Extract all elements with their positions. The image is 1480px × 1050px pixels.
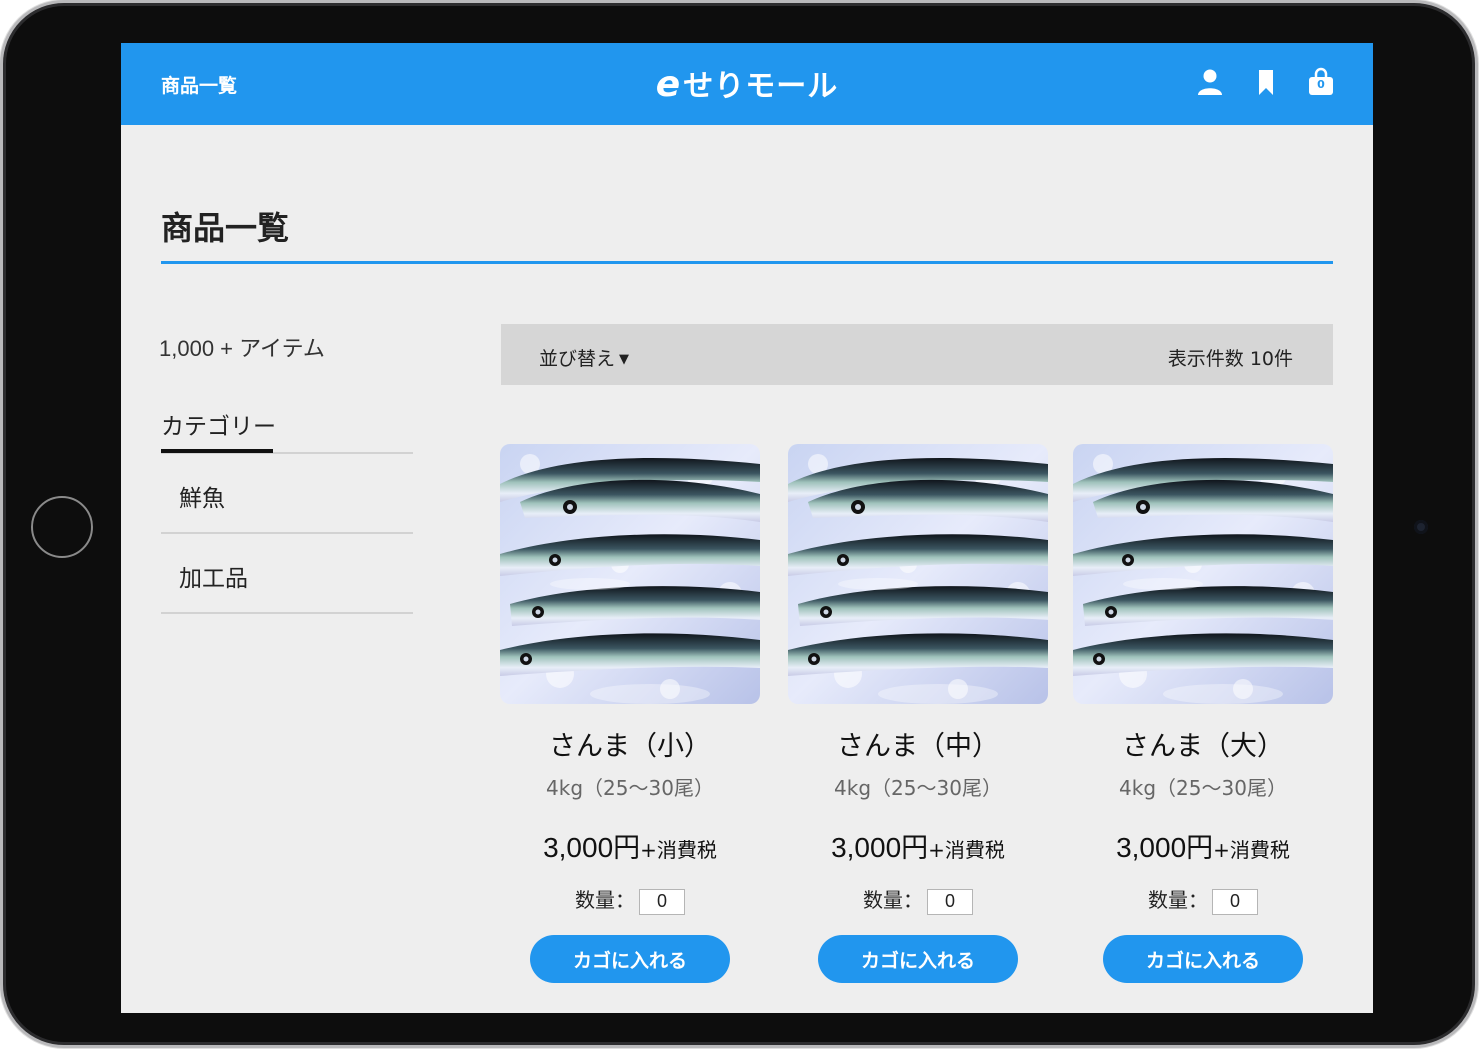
product-image[interactable] — [1073, 444, 1333, 704]
product-spec: 4kg（25〜30尾） — [834, 776, 1002, 800]
list-toolbar: 並び替え ▼ 表示件数 10件 — [501, 324, 1333, 385]
product-card: さんま（大） 4kg（25〜30尾） 3,000円+消費税 数量： カゴに入れる — [1073, 444, 1333, 989]
quantity-row: 数量： — [788, 884, 1048, 915]
brand-mark: e — [655, 64, 682, 105]
product-name[interactable]: さんま（小） — [480, 724, 780, 763]
page-title: 商品一覧 — [161, 209, 290, 247]
category-heading: カテゴリー — [161, 414, 276, 440]
price-currency: 円 — [1186, 833, 1214, 864]
category-item-processed[interactable]: 加工品 — [179, 559, 248, 593]
product-price: 3,000円+消費税 — [480, 826, 780, 865]
price-value: 3,000 — [1116, 832, 1187, 863]
caret-down-icon: ▼ — [619, 352, 630, 367]
app-screen: 商品一覧 eせりモール 0 商品一覧 1,000 + アイテム カテゴリー 鮮魚… — [121, 43, 1373, 1013]
top-bar: 商品一覧 eせりモール 0 — [121, 43, 1373, 125]
quantity-input[interactable] — [927, 888, 973, 915]
per-page-selector[interactable]: 表示件数 10件 — [1168, 344, 1293, 371]
user-icon[interactable] — [1195, 67, 1225, 97]
product-image[interactable] — [500, 444, 760, 704]
quantity-row: 数量： — [1073, 884, 1333, 915]
product-card: さんま（小） 4kg（25〜30尾） 3,000円+消費税 数量： カゴに入れる — [500, 444, 760, 989]
front-camera — [1414, 520, 1428, 534]
price-currency: 円 — [613, 833, 641, 864]
product-spec: 4kg（25〜30尾） — [1119, 776, 1287, 800]
product-name[interactable]: さんま（中） — [768, 724, 1068, 763]
product-price: 3,000円+消費税 — [768, 826, 1068, 865]
quantity-input[interactable] — [1212, 888, 1258, 915]
product-spec: 4kg（25〜30尾） — [546, 776, 714, 800]
quantity-input[interactable] — [639, 888, 685, 915]
product-price: 3,000円+消費税 — [1053, 826, 1353, 865]
add-to-cart-button[interactable]: カゴに入れる — [818, 935, 1018, 983]
price-tax-note: +消費税 — [928, 838, 1005, 862]
price-tax-note: +消費税 — [640, 838, 717, 862]
quantity-label: 数量： — [863, 888, 923, 912]
add-to-cart-button[interactable]: カゴに入れる — [1103, 935, 1303, 983]
tablet-frame: 商品一覧 eせりモール 0 商品一覧 1,000 + アイテム カテゴリー 鮮魚… — [0, 0, 1478, 1048]
sort-dropdown[interactable]: 並び替え ▼ — [539, 344, 629, 371]
product-image[interactable] — [788, 444, 1048, 704]
home-button[interactable] — [31, 496, 93, 558]
sort-label: 並び替え — [539, 348, 616, 370]
brand-logo[interactable]: eせりモール — [121, 61, 1373, 105]
shopping-bag-icon[interactable]: 0 — [1306, 67, 1336, 97]
price-tax-note: +消費税 — [1213, 838, 1290, 862]
price-value: 3,000 — [543, 832, 614, 863]
product-card: さんま（中） 4kg（25〜30尾） 3,000円+消費税 数量： カゴに入れる — [788, 444, 1048, 989]
title-divider — [161, 261, 1333, 264]
price-value: 3,000 — [831, 832, 902, 863]
add-to-cart-button[interactable]: カゴに入れる — [530, 935, 730, 983]
category-item-fresh-fish[interactable]: 鮮魚 — [179, 479, 225, 513]
quantity-label: 数量： — [575, 888, 635, 912]
price-currency: 円 — [901, 833, 929, 864]
cart-count-badge: 0 — [1317, 78, 1325, 91]
quantity-row: 数量： — [500, 884, 760, 915]
bookmark-icon[interactable] — [1251, 67, 1281, 97]
brand-name: せりモール — [683, 69, 839, 104]
category-heading-underline — [161, 449, 273, 453]
category-divider — [161, 612, 413, 614]
product-name[interactable]: さんま（大） — [1053, 724, 1353, 763]
quantity-label: 数量： — [1148, 888, 1208, 912]
category-divider — [161, 532, 413, 534]
item-count: 1,000 + アイテム — [159, 336, 325, 361]
